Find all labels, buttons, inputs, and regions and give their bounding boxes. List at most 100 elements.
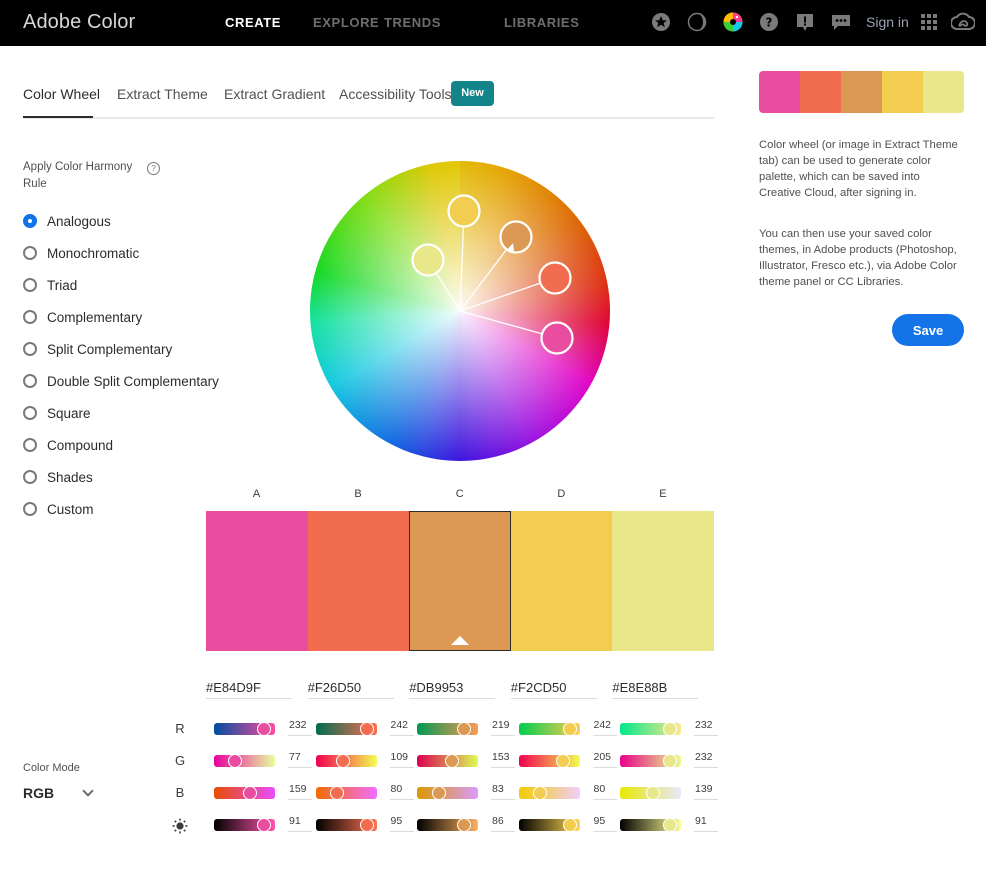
slider-thumb[interactable]	[563, 818, 578, 832]
slider-thumb[interactable]	[662, 818, 677, 832]
tab-extract-gradient[interactable]: Extract Gradient	[224, 86, 325, 102]
slider-thumb[interactable]	[256, 722, 271, 736]
slider-b-b[interactable]	[315, 786, 377, 800]
slider-value-r-a[interactable]: 232	[288, 719, 312, 736]
wheel-handle-b[interactable]	[538, 261, 572, 295]
help-icon[interactable]: ?	[759, 12, 779, 32]
slider-thumb[interactable]	[432, 786, 447, 800]
slider-value-r-b[interactable]: 242	[389, 719, 414, 736]
slider-r-d[interactable]	[518, 722, 580, 736]
slider-thumb[interactable]	[335, 754, 350, 768]
chat-icon[interactable]	[831, 12, 851, 32]
slider-value-brightness-b[interactable]: 95	[389, 815, 414, 832]
harmony-option-complementary[interactable]: Complementary	[23, 307, 142, 327]
slider-thumb[interactable]	[243, 786, 258, 800]
radio-button[interactable]	[23, 310, 37, 324]
slider-value-b-d[interactable]: 80	[592, 783, 617, 800]
slider-value-g-c[interactable]: 153	[491, 751, 515, 768]
feedback-alert-icon[interactable]	[795, 12, 815, 32]
apps-grid-icon[interactable]	[919, 12, 939, 32]
nav-libraries[interactable]: LIBRARIES	[504, 15, 579, 30]
radio-button[interactable]	[23, 374, 37, 388]
color-swatch-a[interactable]	[206, 511, 309, 651]
save-button[interactable]: Save	[892, 314, 964, 346]
slider-r-c[interactable]	[417, 722, 478, 736]
slider-g-c[interactable]	[417, 754, 478, 768]
moon-phase-icon[interactable]	[687, 12, 707, 32]
harmony-option-compound[interactable]: Compound	[23, 435, 113, 455]
slider-thumb[interactable]	[662, 722, 677, 736]
hex-input-c[interactable]	[409, 677, 496, 699]
slider-r-b[interactable]	[315, 722, 377, 736]
wheel-handle-c[interactable]	[499, 220, 533, 254]
wheel-handle-d[interactable]	[447, 194, 481, 228]
color-swatch-b[interactable]	[307, 511, 410, 651]
slider-value-brightness-a[interactable]: 91	[288, 815, 312, 832]
tab-accessibility-tools[interactable]: Accessibility Tools	[339, 86, 452, 102]
slider-value-b-e[interactable]: 139	[694, 783, 718, 800]
radio-button[interactable]	[23, 502, 37, 516]
radio-button[interactable]	[23, 406, 37, 420]
radio-button[interactable]	[23, 470, 37, 484]
slider-thumb[interactable]	[556, 754, 571, 768]
color-swatch-d[interactable]	[510, 511, 613, 651]
slider-thumb[interactable]	[457, 818, 472, 832]
slider-b-d[interactable]	[518, 786, 580, 800]
harmony-help-icon[interactable]: ?	[147, 162, 160, 175]
slider-b-c[interactable]	[417, 786, 478, 800]
slider-value-r-e[interactable]: 232	[694, 719, 718, 736]
harmony-option-split-complementary[interactable]: Split Complementary	[23, 339, 172, 359]
tab-extract-theme[interactable]: Extract Theme	[117, 86, 208, 102]
brand-logo[interactable]: Adobe Color	[23, 11, 135, 34]
slider-brightness-e[interactable]	[620, 818, 681, 832]
hex-input-e[interactable]	[612, 677, 699, 699]
slider-value-g-b[interactable]: 109	[389, 751, 414, 768]
slider-thumb[interactable]	[360, 722, 375, 736]
harmony-option-monochromatic[interactable]: Monochromatic	[23, 243, 139, 263]
slider-thumb[interactable]	[360, 818, 375, 832]
nav-trends[interactable]: TRENDS	[384, 15, 441, 30]
slider-value-g-d[interactable]: 205	[592, 751, 617, 768]
slider-value-r-d[interactable]: 242	[592, 719, 617, 736]
harmony-option-double-split-complementary[interactable]: Double Split Complementary	[23, 371, 219, 391]
slider-value-r-c[interactable]: 219	[491, 719, 515, 736]
radio-button[interactable]	[23, 214, 37, 228]
color-swatch-c[interactable]	[409, 511, 512, 651]
tab-color-wheel[interactable]: Color Wheel	[23, 86, 100, 102]
color-swatch-e[interactable]	[612, 511, 715, 651]
star-badge-icon[interactable]	[651, 12, 671, 32]
slider-thumb[interactable]	[662, 754, 677, 768]
slider-brightness-a[interactable]	[214, 818, 275, 832]
radio-button[interactable]	[23, 342, 37, 356]
radio-button[interactable]	[23, 246, 37, 260]
slider-brightness-b[interactable]	[315, 818, 377, 832]
slider-value-brightness-e[interactable]: 91	[694, 815, 718, 832]
slider-g-b[interactable]	[315, 754, 377, 768]
slider-value-b-c[interactable]: 83	[491, 783, 515, 800]
nav-explore[interactable]: EXPLORE	[313, 15, 379, 30]
wheel-handle-a[interactable]	[540, 321, 574, 355]
color-wheel[interactable]	[310, 161, 610, 461]
hex-input-a[interactable]	[206, 677, 292, 699]
slider-value-b-a[interactable]: 159	[288, 783, 312, 800]
radio-button[interactable]	[23, 438, 37, 452]
slider-g-e[interactable]	[620, 754, 681, 768]
slider-thumb[interactable]	[645, 786, 660, 800]
slider-thumb[interactable]	[256, 818, 271, 832]
slider-thumb[interactable]	[457, 722, 472, 736]
harmony-option-shades[interactable]: Shades	[23, 467, 93, 487]
hex-input-b[interactable]	[307, 677, 394, 699]
slider-thumb[interactable]	[445, 754, 460, 768]
slider-b-a[interactable]	[214, 786, 275, 800]
slider-r-a[interactable]	[214, 722, 275, 736]
nav-create[interactable]: CREATE	[225, 15, 281, 30]
slider-value-g-e[interactable]: 232	[694, 751, 718, 768]
slider-thumb[interactable]	[533, 786, 548, 800]
radio-button[interactable]	[23, 278, 37, 292]
slider-thumb[interactable]	[563, 722, 578, 736]
slider-value-brightness-c[interactable]: 86	[491, 815, 515, 832]
wheel-handle-e[interactable]	[411, 243, 445, 277]
color-mode-select[interactable]: RGB	[23, 785, 98, 805]
slider-g-a[interactable]	[214, 754, 275, 768]
slider-value-brightness-d[interactable]: 95	[592, 815, 617, 832]
